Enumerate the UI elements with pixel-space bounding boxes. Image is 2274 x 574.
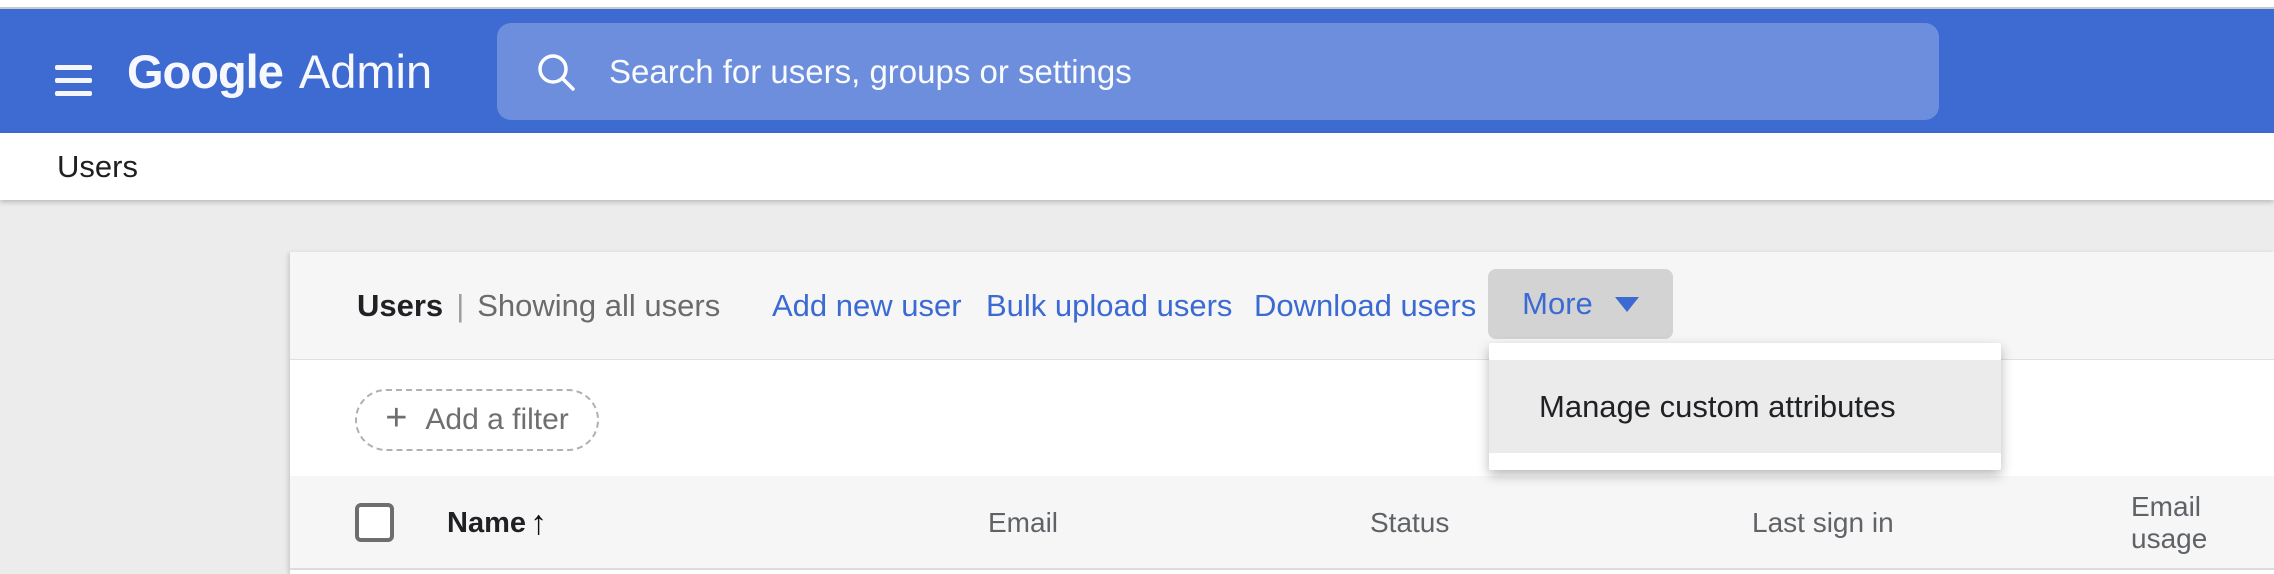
menu-hamburger-icon[interactable] bbox=[55, 65, 92, 96]
google-admin-window: Google Admin Users Users | Showing all u… bbox=[0, 0, 2274, 574]
google-admin-logo[interactable]: Google Admin bbox=[127, 9, 432, 133]
plus-icon: + bbox=[385, 397, 408, 439]
more-button[interactable]: More bbox=[1488, 269, 1673, 339]
add-filter-button[interactable]: + Add a filter bbox=[355, 389, 599, 451]
more-dropdown-menu: Manage custom attributes bbox=[1489, 343, 2001, 470]
users-table-header: Name ↑ Email Status Last sign in Email u… bbox=[290, 476, 2274, 570]
column-header-name[interactable]: Name bbox=[447, 476, 526, 570]
title-subtitle: Showing all users bbox=[477, 288, 721, 323]
logo-google-text: Google bbox=[127, 44, 284, 98]
search-bar[interactable] bbox=[497, 23, 1939, 120]
page-title-text: Users bbox=[357, 288, 444, 323]
column-header-email-usage[interactable]: Email usage bbox=[2131, 476, 2274, 570]
search-input[interactable] bbox=[607, 51, 1857, 92]
search-icon bbox=[538, 53, 575, 91]
logo-admin-text: Admin bbox=[298, 44, 433, 98]
breadcrumb[interactable]: Users bbox=[57, 133, 138, 200]
page-title: Users | Showing all users bbox=[357, 252, 720, 360]
breadcrumb-bar: Users bbox=[0, 133, 2274, 200]
title-separator: | bbox=[456, 288, 465, 323]
add-filter-label: Add a filter bbox=[425, 403, 569, 436]
column-header-last-sign-in[interactable]: Last sign in bbox=[1752, 476, 1894, 570]
select-all-checkbox[interactable] bbox=[355, 503, 394, 542]
bulk-upload-users-button[interactable]: Bulk upload users bbox=[986, 252, 1232, 360]
column-header-email[interactable]: Email bbox=[988, 476, 1058, 570]
app-bar: Google Admin bbox=[0, 9, 2274, 133]
column-header-status[interactable]: Status bbox=[1370, 476, 1449, 570]
download-users-button[interactable]: Download users bbox=[1254, 252, 1476, 360]
window-top-strip bbox=[0, 0, 2274, 9]
sort-ascending-icon[interactable]: ↑ bbox=[530, 476, 547, 570]
menu-item-manage-custom-attributes[interactable]: Manage custom attributes bbox=[1489, 360, 2001, 453]
add-new-user-button[interactable]: Add new user bbox=[772, 252, 962, 360]
caret-down-icon bbox=[1614, 296, 1639, 312]
more-button-label: More bbox=[1522, 286, 1593, 321]
